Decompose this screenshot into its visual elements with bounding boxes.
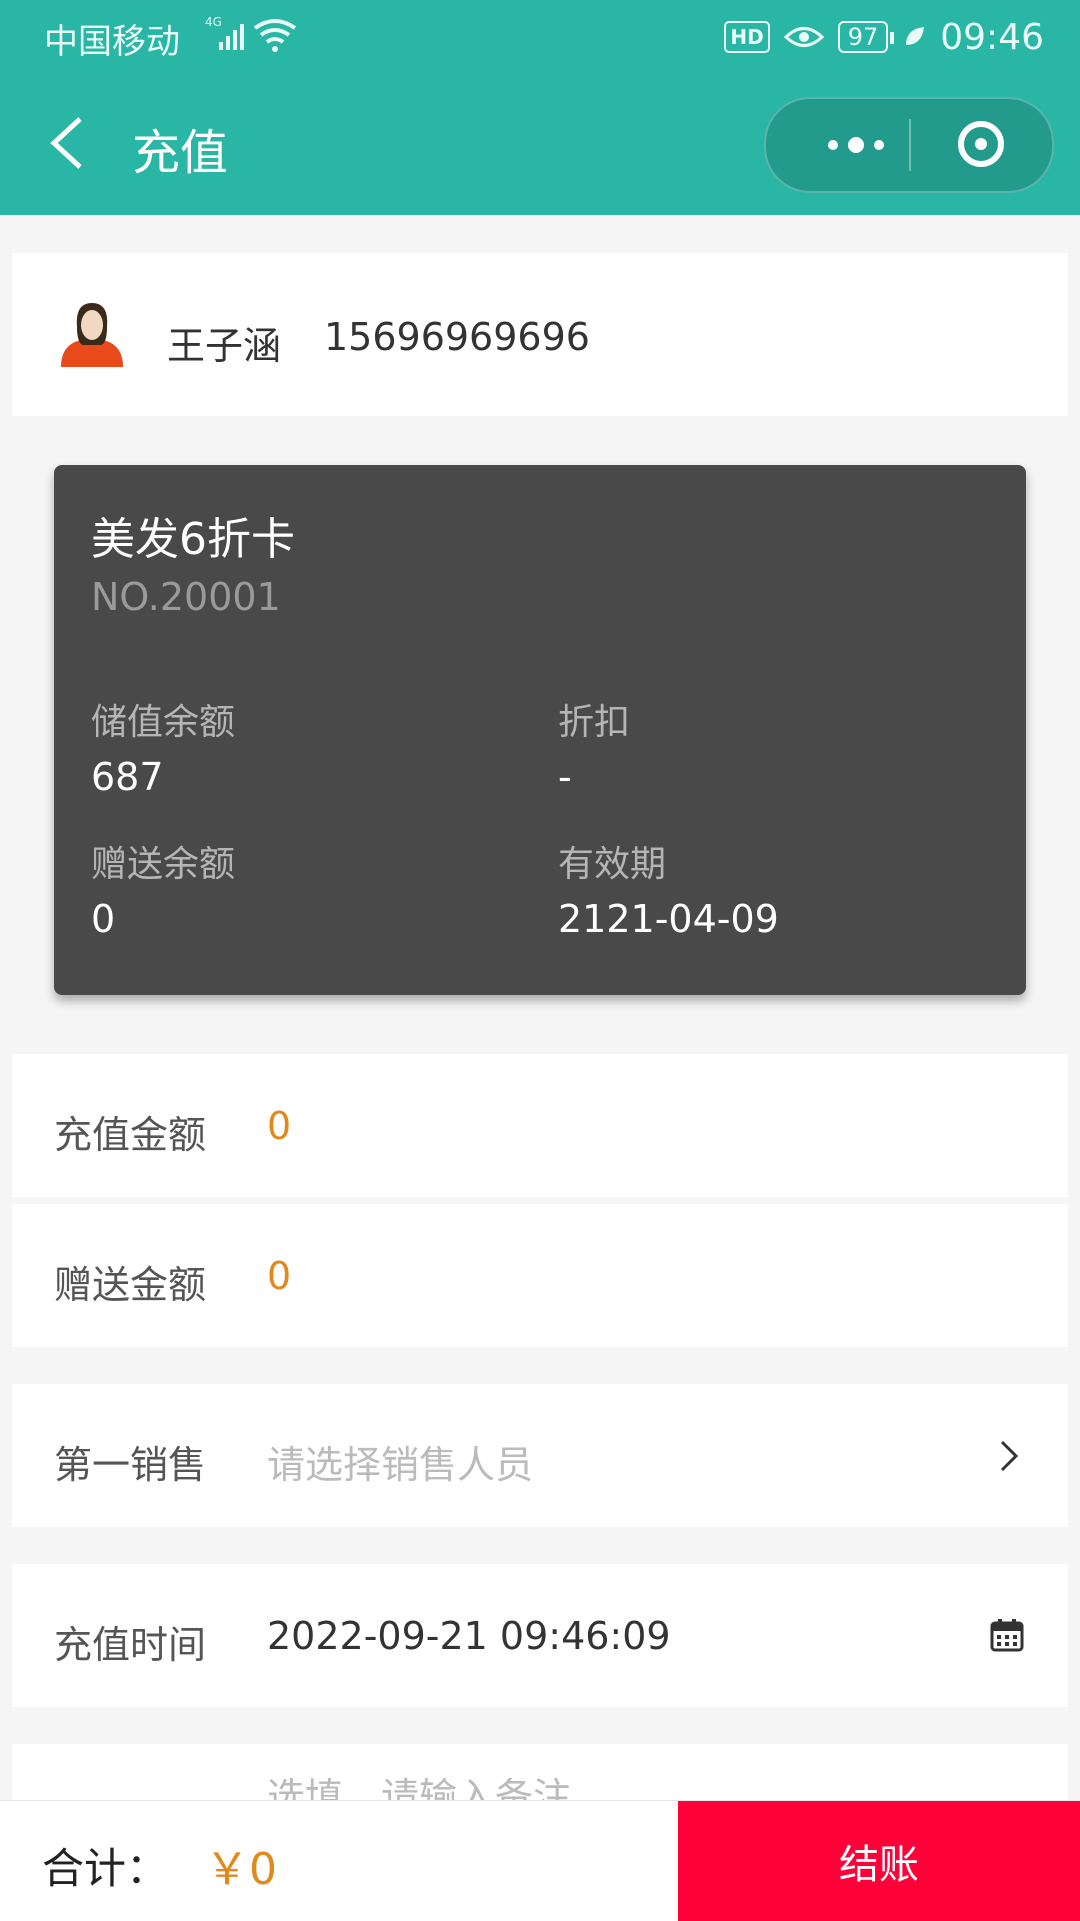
gift-balance-value: 0 bbox=[91, 897, 116, 941]
gift-amount-row[interactable]: 赠送金额 0 bbox=[12, 1204, 1068, 1347]
stored-balance-value: 687 bbox=[91, 755, 164, 799]
total-label: 合计： bbox=[42, 1844, 169, 1893]
first-sales-row[interactable]: 第一销售 请选择销售人员 bbox=[12, 1384, 1068, 1527]
validity-label: 有效期 bbox=[558, 844, 667, 885]
discount-label: 折扣 bbox=[558, 702, 631, 743]
customer-name: 王子涵 bbox=[167, 324, 282, 368]
network-type: 4G bbox=[205, 15, 222, 29]
hd-icon: HD bbox=[724, 21, 770, 53]
recharge-amount-input[interactable]: 0 bbox=[267, 1104, 291, 1148]
recharge-time-label: 充值时间 bbox=[54, 1623, 207, 1667]
stored-balance-label: 储值余额 bbox=[91, 702, 236, 743]
close-target-icon[interactable] bbox=[958, 121, 1004, 167]
carrier-label: 中国移动 bbox=[44, 22, 180, 62]
nav-bar: 充值 bbox=[0, 85, 1080, 205]
chevron-right-icon[interactable] bbox=[998, 1438, 1020, 1474]
card-title: 美发6折卡 bbox=[91, 514, 295, 565]
avatar bbox=[61, 303, 123, 367]
capsule-divider bbox=[909, 119, 911, 171]
discount-value: - bbox=[558, 755, 572, 799]
battery-icon: 97 bbox=[837, 21, 894, 53]
recharge-amount-label: 充值金额 bbox=[54, 1113, 207, 1157]
checkout-button[interactable]: 结账 bbox=[678, 1801, 1080, 1921]
eye-icon bbox=[783, 27, 824, 47]
status-bar: 中国移动 4G HD 97 09:46 bbox=[0, 0, 1080, 76]
membership-card: 美发6折卡 NO.20001 储值余额 687 折扣 - 赠送余额 0 有效期 … bbox=[54, 465, 1026, 995]
first-sales-select[interactable]: 请选择销售人员 bbox=[267, 1434, 533, 1489]
header-bar: 中国移动 4G HD 97 09:46 充值 bbox=[0, 0, 1080, 215]
clock: 09:46 bbox=[940, 16, 1044, 58]
checkout-bar: 合计： ￥0 结账 bbox=[0, 1800, 1080, 1921]
recharge-time-value[interactable]: 2022-09-21 09:46:09 bbox=[267, 1614, 671, 1658]
total-value: ￥0 bbox=[205, 1844, 277, 1895]
leaf-icon bbox=[906, 27, 925, 45]
status-right: HD 97 09:46 bbox=[724, 12, 1044, 62]
more-icon[interactable] bbox=[806, 119, 906, 171]
gift-balance-label: 赠送余额 bbox=[91, 844, 236, 885]
first-sales-label: 第一销售 bbox=[54, 1443, 207, 1487]
page-title: 充值 bbox=[132, 125, 229, 181]
mini-program-capsule bbox=[764, 97, 1054, 193]
customer-phone: 15696969696 bbox=[324, 315, 590, 359]
validity-value: 2121-04-09 bbox=[558, 897, 779, 941]
recharge-amount-row[interactable]: 充值金额 0 bbox=[12, 1054, 1068, 1197]
customer-row: 王子涵 15696969696 bbox=[12, 253, 1068, 416]
card-number: NO.20001 bbox=[91, 575, 281, 619]
back-arrow-icon[interactable] bbox=[44, 113, 88, 173]
signal-wifi-icon: 4G bbox=[205, 15, 297, 52]
recharge-time-row[interactable]: 充值时间 2022-09-21 09:46:09 bbox=[12, 1564, 1068, 1707]
gift-amount-label: 赠送金额 bbox=[54, 1263, 207, 1307]
calendar-icon[interactable] bbox=[990, 1618, 1024, 1652]
gift-amount-input[interactable]: 0 bbox=[267, 1254, 291, 1298]
